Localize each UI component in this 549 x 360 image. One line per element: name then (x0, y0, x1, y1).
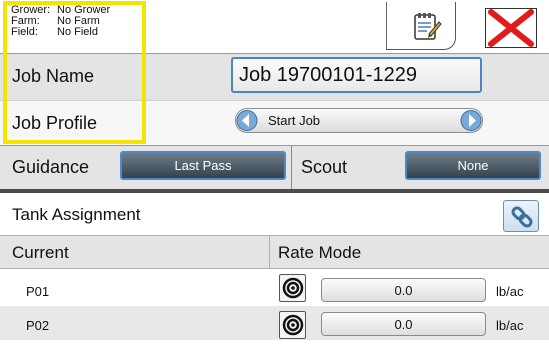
column-divider (269, 236, 270, 269)
rate-unit: lb/ac (496, 318, 524, 333)
scout-button[interactable]: None (405, 151, 541, 180)
highlight-frame-bottom (3, 52, 146, 144)
tank-link-button[interactable] (503, 200, 539, 232)
guidance-label: Guidance (12, 157, 90, 177)
guidance-scout-divider (291, 146, 292, 189)
tank-assignment-label: Tank Assignment (12, 205, 141, 224)
job-name-field[interactable]: Job 19700101-1229 (231, 57, 482, 93)
rate-mode-column-header: Rate Mode (278, 243, 362, 262)
guidance-button[interactable]: Last Pass (120, 151, 286, 180)
target-icon[interactable] (279, 274, 306, 302)
product-name: P01 (26, 284, 50, 299)
close-x-icon[interactable] (485, 8, 537, 48)
target-icon[interactable] (279, 311, 306, 339)
chevron-left-icon[interactable] (236, 108, 258, 133)
current-column-header: Current (12, 243, 69, 262)
chevron-right-icon[interactable] (460, 108, 482, 133)
highlight-frame-top (3, 1, 146, 52)
job-profile-value: Start Job (268, 113, 321, 128)
scout-label: Scout (301, 157, 348, 177)
notes-edit-icon[interactable] (412, 12, 442, 42)
rate-value-field[interactable]: 0.0 (321, 312, 486, 336)
rate-value-field[interactable]: 0.0 (321, 278, 486, 302)
product-name: P02 (26, 318, 50, 333)
rate-unit: lb/ac (496, 284, 524, 299)
products-header-row (0, 235, 549, 269)
